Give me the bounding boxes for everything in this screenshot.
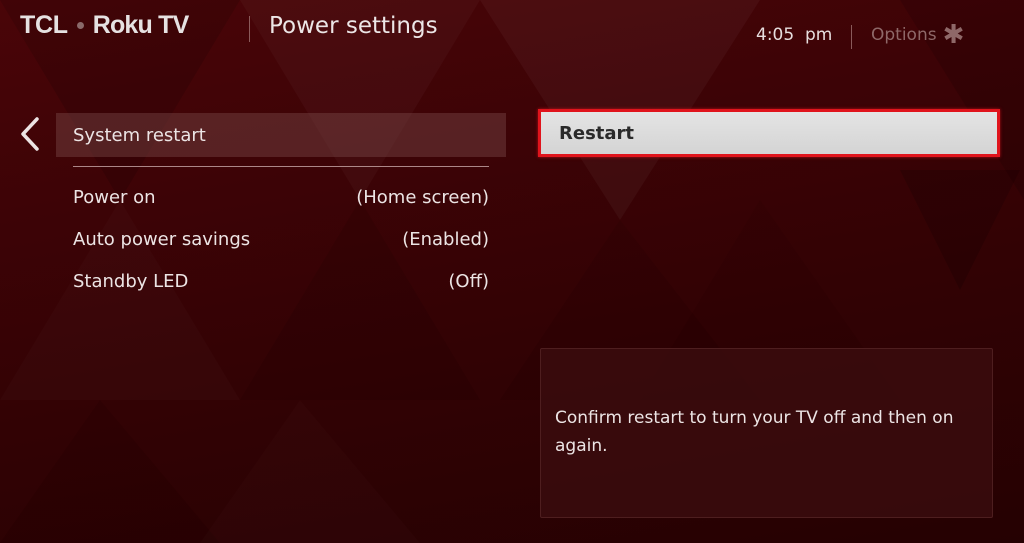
page-title: Power settings xyxy=(269,13,438,39)
description-box: Confirm restart to turn your TV off and … xyxy=(540,348,993,518)
header-divider xyxy=(249,16,250,42)
menu-item-label: Power on xyxy=(73,186,156,208)
back-button[interactable] xyxy=(18,116,42,152)
roku-tv-logo: Roku TV xyxy=(92,11,190,39)
menu-item-value: (Home screen) xyxy=(356,186,489,208)
menu-item-system-restart[interactable]: System restart xyxy=(56,113,506,157)
settings-menu: System restart Power on (Home screen) Au… xyxy=(56,113,506,302)
tcl-logo: TCL xyxy=(20,11,68,39)
description-text: Confirm restart to turn your TV off and … xyxy=(555,408,954,456)
header-divider-right xyxy=(851,25,852,49)
menu-item-value: (Enabled) xyxy=(402,228,489,250)
clock: 4:05 pm xyxy=(756,25,833,45)
brand-separator-dot xyxy=(76,22,84,29)
menu-item-label: Auto power savings xyxy=(73,228,251,250)
menu-item-power-on[interactable]: Power on (Home screen) xyxy=(56,176,506,218)
restart-button-label: Restart xyxy=(559,122,635,144)
menu-item-standby-led[interactable]: Standby LED (Off) xyxy=(56,260,506,302)
restart-button[interactable]: Restart xyxy=(538,109,1000,157)
menu-item-auto-power-savings[interactable]: Auto power savings (Enabled) xyxy=(56,218,506,260)
menu-item-value: (Off) xyxy=(448,270,489,292)
menu-divider xyxy=(73,166,489,167)
menu-item-label: System restart xyxy=(73,124,206,146)
brand-logo: TCL Roku TV xyxy=(20,11,189,40)
options-label: Options xyxy=(871,25,937,45)
options-hint[interactable]: Options ✱ xyxy=(871,19,965,50)
menu-item-label: Standby LED xyxy=(73,270,189,292)
chevron-left-icon xyxy=(21,117,39,151)
asterisk-icon: ✱ xyxy=(942,19,965,50)
